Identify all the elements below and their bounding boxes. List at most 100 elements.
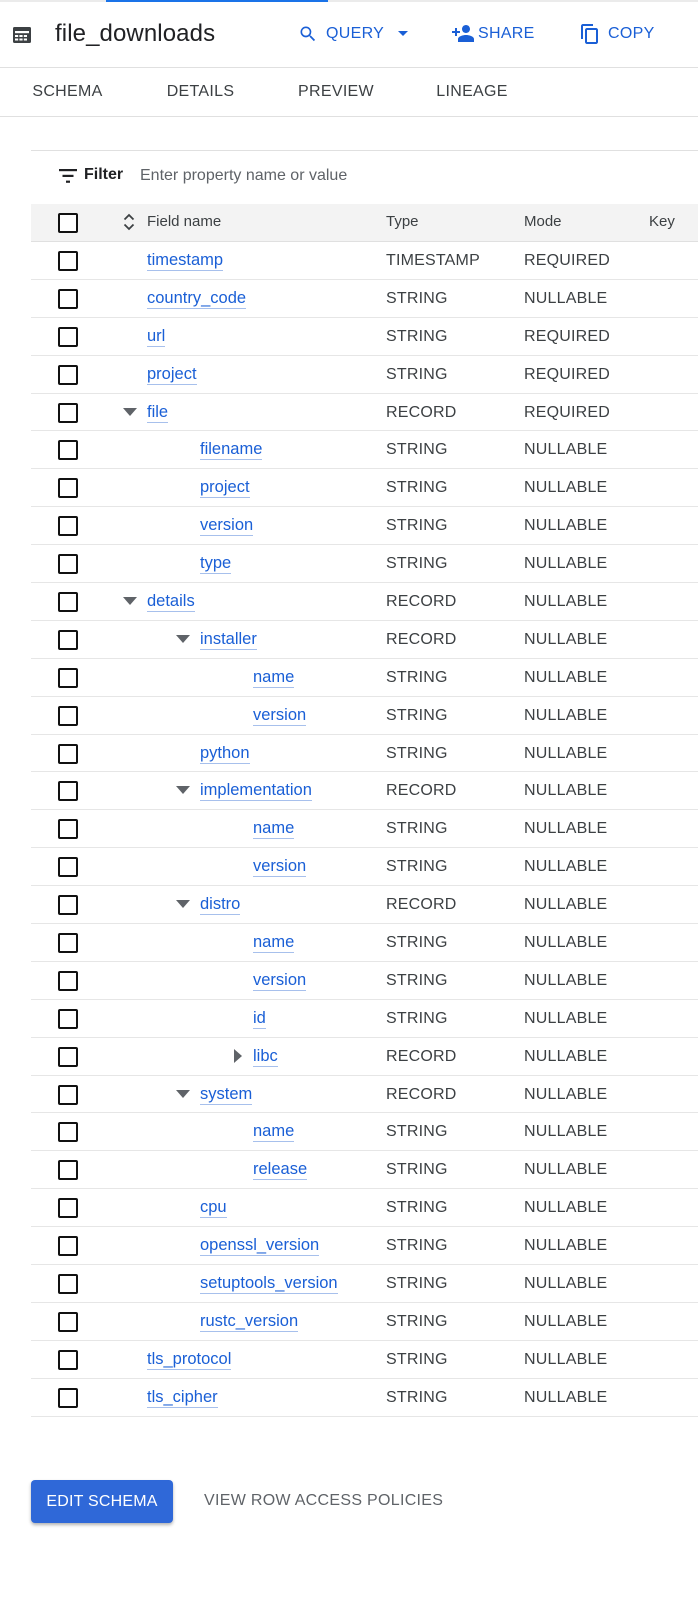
- row-checkbox[interactable]: [58, 819, 78, 840]
- field-name-link[interactable]: file: [147, 403, 169, 423]
- table-row: rustc_version STRING NULLABLE: [31, 1303, 698, 1341]
- row-checkbox[interactable]: [58, 554, 78, 575]
- field-name-link[interactable]: version: [200, 516, 254, 537]
- table-row: openssl_version STRING NULLABLE: [31, 1227, 698, 1266]
- field-name-link[interactable]: rustc_version: [200, 1312, 299, 1332]
- row-checkbox[interactable]: [58, 970, 78, 991]
- row-checkbox[interactable]: [58, 705, 78, 726]
- field-name-link[interactable]: version: [253, 857, 307, 878]
- field-name-link[interactable]: name: [253, 1122, 295, 1143]
- row-checkbox[interactable]: [58, 326, 78, 347]
- row-checkbox[interactable]: [58, 1046, 78, 1067]
- row-checkbox[interactable]: [58, 667, 78, 688]
- field-name-link[interactable]: cpu: [200, 1198, 227, 1219]
- row-checkbox[interactable]: [58, 743, 78, 764]
- row-checkbox[interactable]: [58, 857, 78, 878]
- field-name-link[interactable]: project: [200, 478, 250, 499]
- row-checkbox[interactable]: [58, 1236, 78, 1257]
- table-row: name STRING NULLABLE: [31, 1113, 698, 1152]
- filter-bar: Filter: [31, 150, 698, 204]
- row-checkbox[interactable]: [58, 1274, 78, 1295]
- sort-icon[interactable]: [123, 212, 135, 237]
- caret-down-icon[interactable]: [176, 786, 190, 795]
- edit-schema-button[interactable]: EDIT SCHEMA: [31, 1480, 173, 1523]
- share-button[interactable]: SHARE: [452, 24, 535, 44]
- row-checkbox[interactable]: [58, 440, 78, 461]
- row-checkbox[interactable]: [58, 364, 78, 385]
- copy-label: COPY: [608, 25, 655, 42]
- row-checkbox[interactable]: [58, 1387, 78, 1408]
- row-checkbox[interactable]: [58, 478, 78, 499]
- field-type: RECORD: [386, 1047, 457, 1065]
- tab-label: PREVIEW: [298, 83, 374, 100]
- field-name-link[interactable]: tls_protocol: [147, 1350, 232, 1370]
- field-name-link[interactable]: name: [253, 668, 295, 688]
- field-name-link[interactable]: id: [253, 1009, 266, 1029]
- select-all-checkbox[interactable]: [58, 213, 78, 233]
- tab-lineage[interactable]: LINEAGE: [406, 68, 538, 116]
- filter-icon[interactable]: [59, 169, 77, 188]
- row-checkbox[interactable]: [58, 1198, 78, 1219]
- table-row: name STRING NULLABLE: [31, 810, 698, 849]
- field-type: STRING: [386, 1237, 448, 1255]
- row-checkbox[interactable]: [58, 1084, 78, 1105]
- row-checkbox[interactable]: [58, 1349, 78, 1370]
- caret-down-icon[interactable]: [176, 634, 190, 643]
- table-row: type STRING NULLABLE: [31, 545, 698, 584]
- row-checkbox[interactable]: [58, 895, 78, 916]
- field-name-link[interactable]: openssl_version: [200, 1236, 320, 1257]
- tab-preview[interactable]: PREVIEW: [266, 68, 406, 116]
- field-name-link[interactable]: country_code: [147, 289, 247, 309]
- chevron-down-icon[interactable]: [398, 31, 409, 37]
- tab-details[interactable]: DETAILS: [135, 68, 266, 116]
- column-header-field-name[interactable]: Field name: [147, 213, 221, 230]
- field-type: RECORD: [386, 1085, 457, 1103]
- field-name-link[interactable]: details: [147, 592, 195, 613]
- row-checkbox[interactable]: [58, 1122, 78, 1143]
- field-name-link[interactable]: filename: [200, 440, 263, 461]
- field-type: STRING: [386, 1388, 448, 1406]
- row-checkbox[interactable]: [58, 1008, 78, 1029]
- row-checkbox[interactable]: [58, 402, 78, 423]
- filter-input[interactable]: [140, 161, 680, 191]
- field-name-link[interactable]: version: [253, 706, 307, 726]
- row-checkbox[interactable]: [58, 933, 78, 954]
- tab-label: DETAILS: [166, 83, 235, 100]
- tab-schema[interactable]: SCHEMA: [0, 68, 135, 116]
- field-name-link[interactable]: installer: [200, 630, 257, 650]
- share-label: SHARE: [478, 25, 535, 42]
- field-name-link[interactable]: name: [253, 933, 295, 954]
- field-type: STRING: [386, 479, 448, 497]
- row-checkbox[interactable]: [58, 251, 78, 271]
- copy-button[interactable]: COPY: [581, 24, 655, 44]
- field-name-link[interactable]: version: [253, 971, 307, 991]
- field-name-link[interactable]: distro: [200, 895, 241, 916]
- row-checkbox[interactable]: [58, 781, 78, 802]
- field-name-link[interactable]: libc: [253, 1047, 278, 1067]
- caret-down-icon[interactable]: [176, 1089, 190, 1098]
- field-name-link[interactable]: tls_cipher: [147, 1388, 218, 1408]
- row-checkbox[interactable]: [58, 1160, 78, 1181]
- view-row-access-policies-button[interactable]: VIEW ROW ACCESS POLICIES: [204, 1492, 443, 1510]
- caret-down-icon[interactable]: [123, 407, 137, 416]
- field-name-link[interactable]: project: [147, 365, 197, 385]
- field-name-link[interactable]: url: [147, 327, 166, 347]
- field-name-link[interactable]: python: [200, 744, 250, 764]
- field-name-link[interactable]: system: [200, 1085, 253, 1105]
- row-checkbox[interactable]: [58, 516, 78, 537]
- field-name-link[interactable]: timestamp: [147, 251, 224, 271]
- field-name-link[interactable]: setuptools_version: [200, 1274, 338, 1295]
- table-row: tls_cipher STRING NULLABLE: [31, 1379, 698, 1417]
- field-name-link[interactable]: name: [253, 819, 295, 840]
- row-checkbox[interactable]: [58, 629, 78, 650]
- caret-down-icon[interactable]: [176, 900, 190, 909]
- caret-right-icon[interactable]: [234, 1048, 242, 1063]
- query-button[interactable]: QUERY: [298, 24, 409, 44]
- field-name-link[interactable]: type: [200, 554, 232, 575]
- caret-down-icon[interactable]: [123, 597, 137, 606]
- row-checkbox[interactable]: [58, 1311, 78, 1332]
- row-checkbox[interactable]: [58, 288, 78, 309]
- row-checkbox[interactable]: [58, 592, 78, 613]
- field-name-link[interactable]: release: [253, 1160, 308, 1181]
- field-name-link[interactable]: implementation: [200, 781, 312, 802]
